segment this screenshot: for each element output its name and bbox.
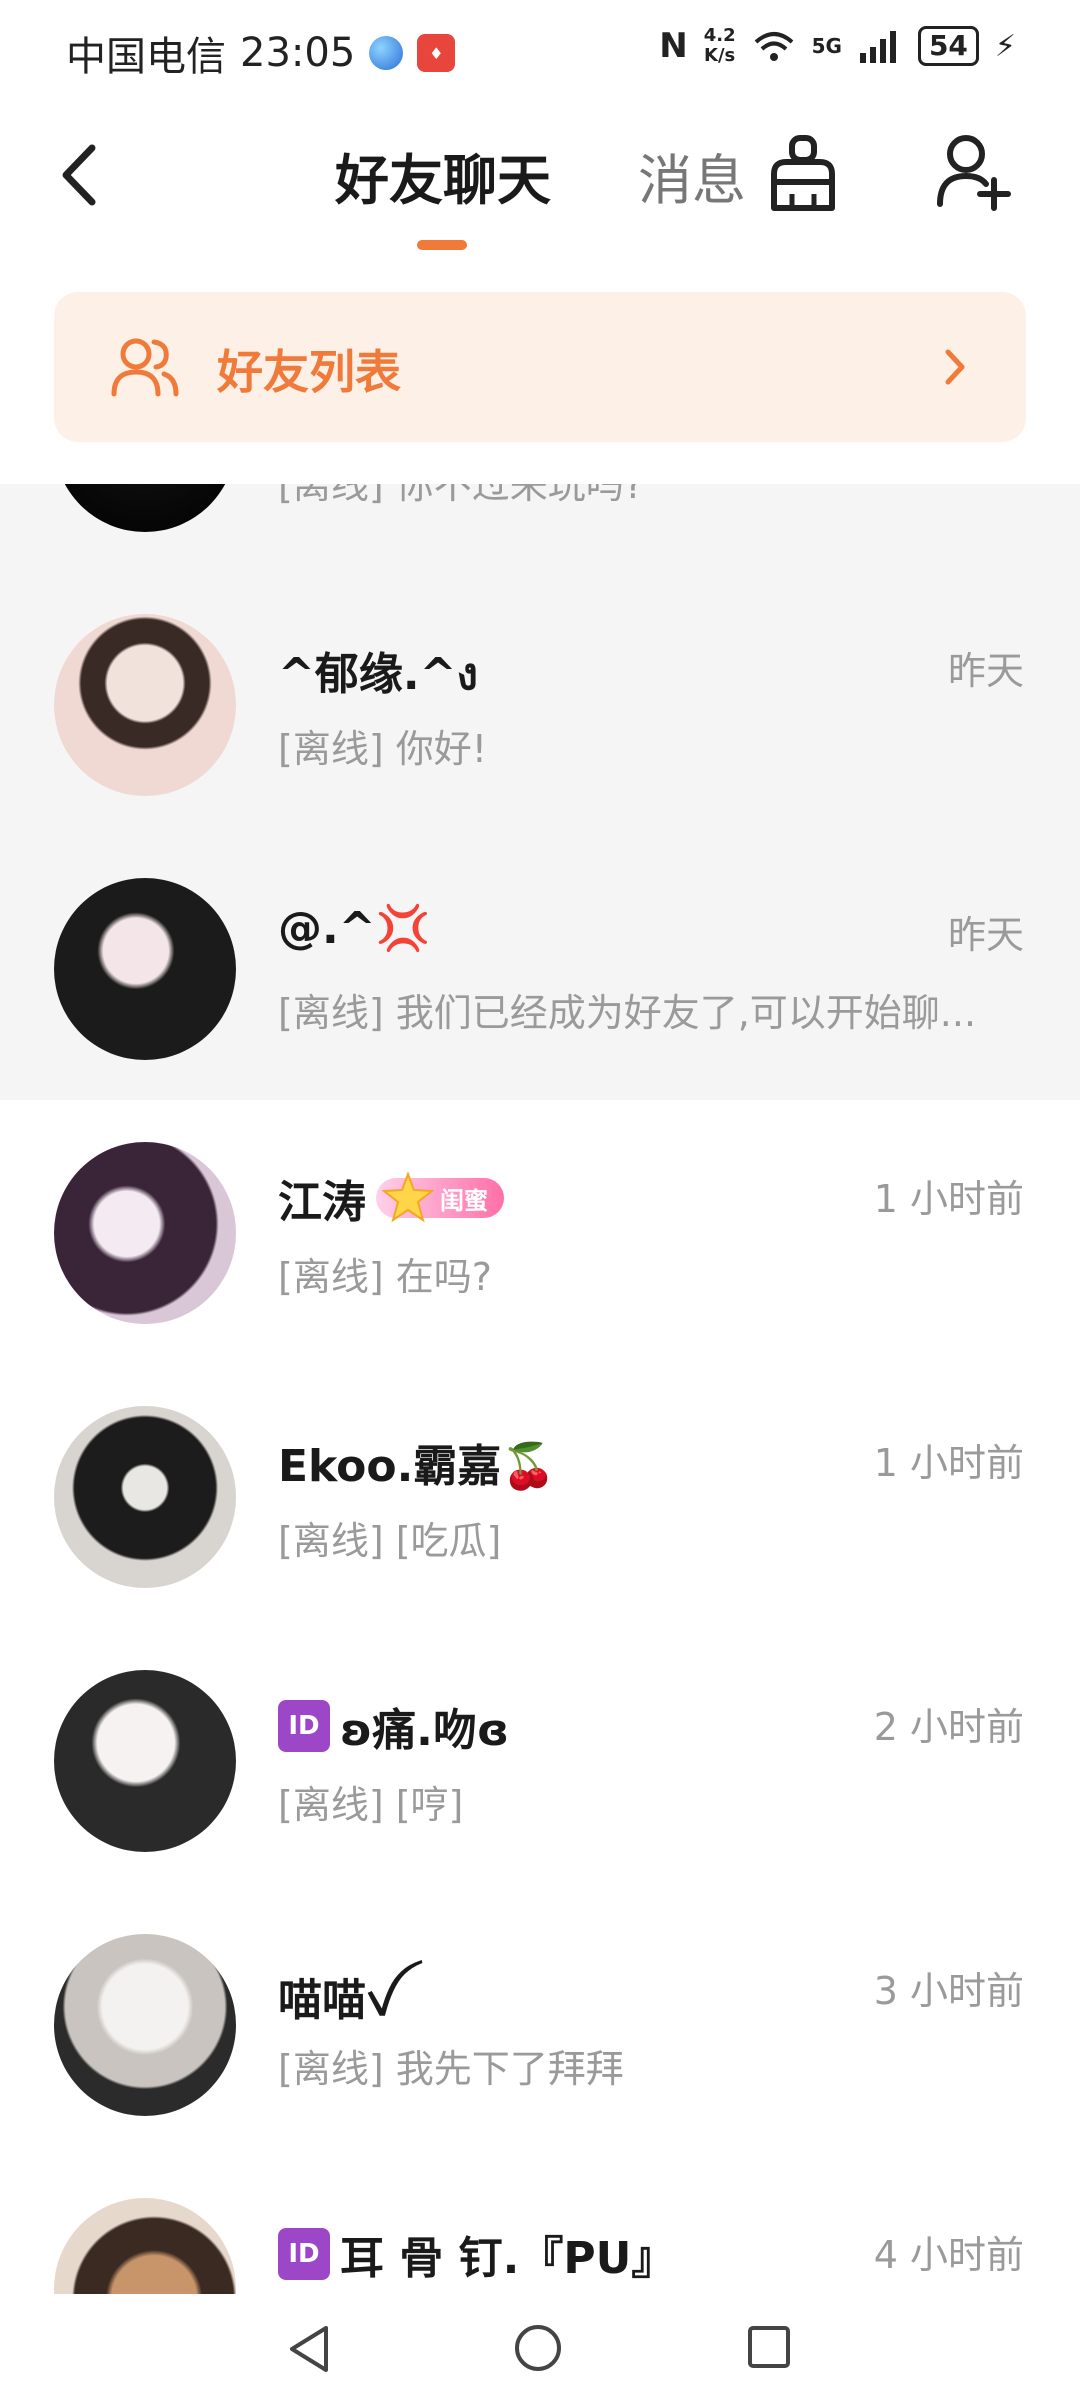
- chat-name: Ekoo.霸嘉🍒: [278, 1430, 556, 1494]
- chat-time: 昨天: [947, 913, 1024, 957]
- avatar: [54, 1934, 236, 2116]
- chat-name-text: @.^💢: [278, 903, 431, 954]
- chat-row[interactable]: ^郁缘.^ง 昨天 [离线] 你好!: [0, 572, 1080, 836]
- chat-name: 江涛 闺蜜: [278, 1166, 504, 1230]
- wifi-icon: [754, 32, 793, 61]
- chat-preview: [离线] [吃瓜]: [278, 1519, 502, 1563]
- system-nav-bar: [0, 2294, 1080, 2400]
- chat-time: 昨天: [947, 649, 1024, 693]
- chat-preview: [离线] 你不过来玩吗?: [278, 484, 644, 507]
- chevron-left-icon[interactable]: [52, 140, 112, 210]
- chat-time: 1 小时前: [873, 1441, 1024, 1485]
- chat-name: @.^💢: [278, 902, 430, 954]
- speed-value: 4.2: [703, 25, 736, 46]
- chat-preview: [离线] [哼]: [278, 1783, 464, 1827]
- chat-name-text: Ekoo.霸嘉🍒: [278, 1441, 557, 1492]
- nav-back-icon[interactable]: [284, 2322, 334, 2376]
- add-friend-icon[interactable]: [936, 132, 1012, 212]
- chat-row[interactable]: Ekoo.霸嘉🍒 1 小时前 [离线] [吃瓜]: [0, 1364, 1080, 1628]
- chat-row[interactable]: ID 耳 骨 钉.『PU』 4 小时前: [0, 2156, 1080, 2294]
- battery-level: 54: [917, 26, 979, 66]
- nav-recent-apps-icon[interactable]: [746, 2324, 792, 2370]
- charging-icon: ⚡: [994, 28, 1016, 64]
- chat-name: ID ʚ痛.吻ɞ: [278, 1694, 509, 1758]
- status-left: 中国电信 23:05 ♦: [66, 24, 456, 82]
- chat-preview: [离线] 你好!: [278, 727, 487, 771]
- friend-list-entry[interactable]: 好友列表: [54, 292, 1026, 442]
- chat-preview: [离线] 在吗?: [278, 1255, 492, 1299]
- chat-row[interactable]: ID ʚ痛.吻ɞ 2 小时前 [离线] [哼]: [0, 1628, 1080, 1892]
- chat-name-text: 江涛: [278, 1177, 366, 1228]
- app-notification-icon: ♦: [417, 34, 456, 72]
- speed-unit: K/s: [704, 45, 736, 66]
- chat-preview: [离线] 我先下了拜拜: [278, 2047, 624, 2091]
- status-right: N 4.2 K/s 5G 54 ⚡: [659, 26, 1016, 66]
- chat-row[interactable]: 喵喵ꪜ 3 小时前 [离线] 我先下了拜拜: [0, 1892, 1080, 2156]
- chat-row[interactable]: 江涛 闺蜜 1 小时前 [离线] 在吗?: [0, 1100, 1080, 1364]
- star-icon: [381, 1171, 435, 1223]
- signal-icon: [859, 31, 896, 63]
- chat-name-text: 耳 骨 钉.『PU』: [340, 2233, 676, 2284]
- clock: 23:05: [240, 30, 356, 76]
- chat-row[interactable]: [离线] 你不过来玩吗?: [0, 484, 1080, 572]
- avatar: [54, 2198, 236, 2294]
- chat-time: 4 小时前: [873, 2233, 1024, 2277]
- friend-list-label: 好友列表: [217, 345, 401, 399]
- chat-time: 1 小时前: [873, 1177, 1024, 1221]
- relationship-badge: 闺蜜: [376, 1171, 504, 1223]
- badge-label: 闺蜜: [440, 1186, 488, 1215]
- avatar: [54, 1406, 236, 1588]
- chat-name-text: 喵喵ꪜ: [278, 1975, 397, 2026]
- chat-preview: [离线] 我们已经成为好友了,可以开始聊...: [278, 991, 977, 1035]
- nav-home-icon[interactable]: [512, 2322, 564, 2374]
- chat-name: 喵喵ꪜ: [278, 1958, 397, 2050]
- chat-name-text: ^郁缘.^ง: [278, 649, 478, 700]
- chevron-right-icon: [945, 349, 965, 385]
- nfc-icon: N: [659, 26, 688, 66]
- friends-icon: [111, 338, 179, 397]
- avatar: [54, 1142, 236, 1324]
- id-icon: ID: [278, 2228, 330, 2280]
- avatar: [54, 614, 236, 796]
- chat-time: 3 小时前: [873, 1969, 1024, 2013]
- avatar: [54, 484, 236, 532]
- chat-name-text: ʚ痛.吻ɞ: [340, 1705, 510, 1756]
- chat-name: ^郁缘.^ง: [278, 638, 478, 709]
- carrier-label: 中国电信: [66, 34, 226, 80]
- app-notification-icon: [369, 36, 404, 70]
- top-header: 好友聊天 消息: [0, 100, 1080, 250]
- chat-row[interactable]: @.^💢 昨天 [离线] 我们已经成为好友了,可以开始聊...: [0, 836, 1080, 1100]
- network-type: 5G: [811, 34, 842, 58]
- active-tab-indicator: [417, 240, 467, 250]
- network-speed: 4.2 K/s: [704, 26, 736, 66]
- status-bar: 中国电信 23:05 ♦ N 4.2 K/s 5G 54 ⚡: [0, 0, 1080, 100]
- tab-friend-chat[interactable]: 好友聊天: [335, 136, 551, 215]
- chat-list[interactable]: [离线] 你不过来玩吗? ^郁缘.^ง 昨天 [离线] 你好! @.^💢 昨天 …: [0, 484, 1080, 2294]
- avatar: [54, 878, 236, 1060]
- id-icon: ID: [278, 1700, 330, 1752]
- avatar: [54, 1670, 236, 1852]
- broom-icon[interactable]: [766, 134, 840, 214]
- tab-messages[interactable]: 消息: [638, 136, 746, 215]
- chat-time: 2 小时前: [873, 1705, 1024, 1749]
- chat-name: ID 耳 骨 钉.『PU』: [278, 2222, 675, 2286]
